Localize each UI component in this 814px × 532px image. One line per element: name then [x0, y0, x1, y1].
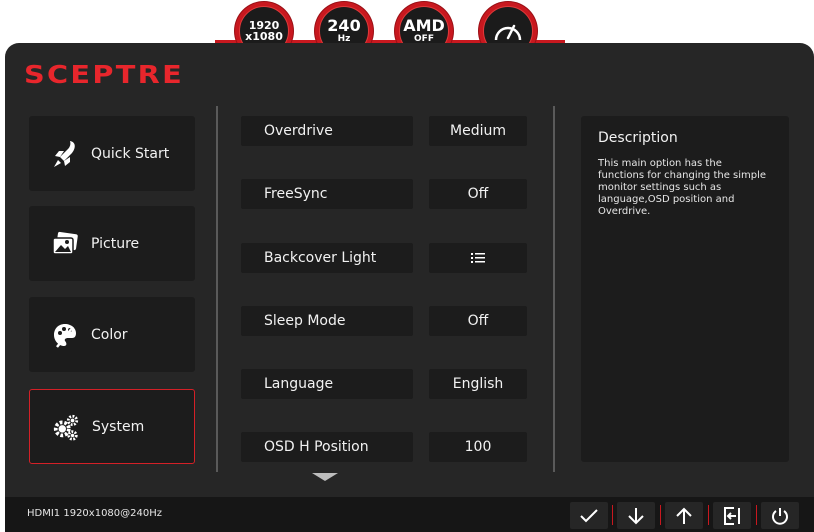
check-icon	[580, 508, 598, 522]
power-button[interactable]	[761, 502, 799, 529]
menu-item-label: Color	[91, 326, 128, 343]
input-status: HDMI1 1920x1080@240Hz	[27, 508, 163, 519]
amd-badge-line1: AMD	[403, 16, 445, 35]
list-icon	[471, 253, 485, 263]
control-separator	[612, 505, 613, 525]
rocket-icon	[51, 140, 79, 168]
option-freesync-value[interactable]: Off	[429, 179, 527, 209]
gears-icon	[52, 413, 80, 441]
option-sleep-mode-value[interactable]: Off	[429, 306, 527, 336]
option-osd-h-position-value[interactable]: 100	[429, 432, 527, 462]
control-separator	[756, 505, 757, 525]
refresh-rate-value: 240	[327, 16, 361, 35]
option-overdrive-value[interactable]: Medium	[429, 116, 527, 146]
scroll-down-icon[interactable]	[312, 473, 338, 481]
palette-icon	[51, 321, 79, 349]
option-language[interactable]: Language	[241, 369, 413, 399]
up-button[interactable]	[665, 502, 703, 529]
pictures-icon	[51, 230, 79, 258]
description-title: Description	[598, 130, 678, 146]
option-overdrive[interactable]: Overdrive	[241, 116, 413, 146]
option-osd-h-position[interactable]: OSD H Position	[241, 432, 413, 462]
control-separator	[660, 505, 661, 525]
exit-button[interactable]	[713, 502, 751, 529]
left-divider	[216, 106, 218, 472]
option-backcover-light[interactable]: Backcover Light	[241, 243, 413, 273]
option-backcover-light-value[interactable]	[429, 243, 527, 273]
option-sleep-mode[interactable]: Sleep Mode	[241, 306, 413, 336]
arrow-up-icon	[676, 507, 692, 524]
resolution-badge-line2: x1080	[245, 30, 283, 43]
option-language-value[interactable]: English	[429, 369, 527, 399]
menu-item-label: System	[92, 418, 145, 435]
menu-item-quick-start[interactable]: Quick Start	[29, 116, 195, 191]
control-separator	[708, 505, 709, 525]
menu-item-label: Quick Start	[91, 145, 170, 162]
description-body: This main option has the functions for c…	[598, 158, 767, 217]
menu-item-color[interactable]: Color	[29, 297, 195, 372]
down-button[interactable]	[617, 502, 655, 529]
right-divider	[553, 106, 555, 472]
menu-item-picture[interactable]: Picture	[29, 206, 195, 281]
power-icon	[772, 507, 788, 525]
speedometer-icon	[494, 24, 522, 41]
menu-item-system[interactable]: System	[29, 389, 195, 464]
exit-icon	[724, 506, 740, 525]
confirm-button[interactable]	[570, 502, 608, 529]
menu-item-label: Picture	[91, 235, 140, 252]
arrow-down-icon	[628, 507, 644, 524]
brand-logo: SCEPTRE	[24, 60, 185, 89]
description-panel: Description This main option has the fun…	[581, 116, 789, 462]
option-freesync[interactable]: FreeSync	[241, 179, 413, 209]
